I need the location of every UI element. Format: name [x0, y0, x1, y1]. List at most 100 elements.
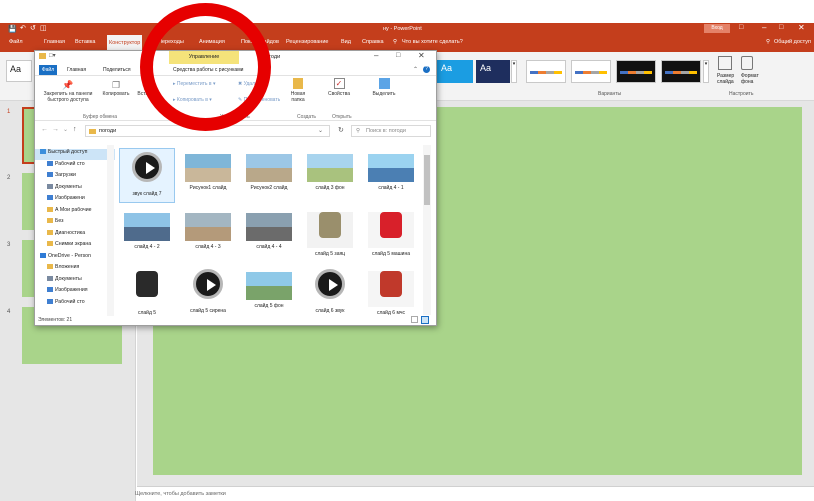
copy-button[interactable]: ❐ Копировать — [100, 80, 132, 97]
share-icon[interactable]: ⚲ — [766, 39, 770, 45]
slide-size-icon[interactable] — [718, 56, 732, 70]
variants-more-button[interactable]: ▾ — [703, 60, 709, 83]
theme-office[interactable]: Aa — [6, 60, 32, 82]
file-item[interactable]: Рисунок1 слайд — [180, 148, 236, 203]
explorer-tab-home[interactable]: Главная — [67, 67, 86, 73]
undo-icon[interactable]: ↶ — [20, 24, 26, 32]
file-item[interactable]: слайд 4 - 4 — [241, 207, 297, 262]
nav-item[interactable]: Рабочий сто — [35, 160, 115, 172]
notes-pane[interactable]: Щелкните, чтобы добавить заметки — [135, 486, 814, 501]
nav-item[interactable]: Изображени — [35, 195, 115, 206]
tab-view[interactable]: Вид — [341, 39, 351, 45]
close-icon[interactable]: ✕ — [798, 23, 805, 32]
sign-in-button[interactable]: Вход — [704, 24, 730, 33]
files-scrollbar[interactable] — [423, 145, 431, 315]
pin-quick-access-button[interactable]: 📌 Закрепить на панели быстрого доступа — [38, 80, 98, 103]
file-item[interactable]: слайд 5 — [119, 266, 175, 321]
variant-4[interactable] — [661, 60, 701, 83]
file-item[interactable]: слайд 5 сирена — [180, 266, 236, 321]
nav-item[interactable]: Документы — [35, 275, 115, 287]
maximize-icon[interactable]: □ — [779, 24, 783, 31]
file-name: слайд 5 — [137, 310, 157, 316]
image-thumbnail — [185, 154, 231, 182]
tell-me-box[interactable]: Что вы хотите сделать? — [402, 39, 463, 45]
ribbon-display-icon[interactable]: □ — [739, 24, 743, 31]
explorer-maximize-icon[interactable]: □ — [396, 52, 400, 59]
tell-me-icon[interactable]: ⚲ — [393, 39, 397, 45]
file-item[interactable]: слайд 5 заяц — [302, 207, 358, 262]
file-item[interactable]: слайд 4 - 2 — [119, 207, 175, 262]
properties-button[interactable]: ✓ Свойства — [325, 78, 353, 97]
nav-item-label: Рабочий сто — [55, 298, 85, 305]
nav-scrollbar[interactable] — [107, 145, 114, 316]
variant-1[interactable] — [526, 60, 566, 83]
theme-blue[interactable]: Aa — [437, 60, 473, 83]
up-icon[interactable]: ↑ — [73, 126, 77, 133]
ribbon-collapse-icon[interactable]: ⌃ — [413, 66, 418, 73]
explorer-tab-file[interactable]: Файл — [39, 65, 57, 75]
nav-item[interactable]: Вложения — [35, 264, 115, 275]
new-folder-label: Новая папка — [290, 91, 306, 103]
quick-access-toolbar-icon[interactable]: □▾ — [49, 52, 56, 59]
explorer-tab-share[interactable]: Поделиться — [103, 67, 131, 73]
nav-item[interactable]: Быстрый доступ — [35, 149, 115, 160]
new-folder-button[interactable]: Новая папка — [285, 78, 311, 103]
nav-item[interactable]: Изображения — [35, 287, 115, 298]
file-item[interactable]: слайд 5 машина — [363, 207, 419, 262]
file-name: слайд 5 сирена — [190, 308, 226, 314]
theme-dark[interactable]: Aa — [476, 60, 510, 83]
address-text: погоди — [99, 128, 117, 134]
file-item[interactable]: слайд 3 фон — [302, 148, 358, 203]
file-item[interactable]: звук слайд 7 — [119, 148, 175, 203]
image-figure — [380, 271, 402, 297]
file-item[interactable]: слайд 4 - 3 — [180, 207, 236, 262]
details-view-icon[interactable] — [411, 316, 418, 323]
tab-file[interactable]: Файл — [9, 39, 23, 45]
tab-insert[interactable]: Вставка — [75, 39, 95, 45]
back-icon[interactable]: ← — [41, 126, 48, 133]
file-item[interactable]: слайд 5 фон — [241, 266, 297, 321]
nav-item[interactable]: Документы — [35, 183, 115, 195]
nav-item[interactable]: А Мои рабочие — [35, 206, 115, 218]
slide-size-button[interactable]: Размер слайда — [717, 73, 741, 85]
variant-3[interactable] — [616, 60, 656, 83]
refresh-icon[interactable]: ↻ — [338, 126, 344, 134]
share-button[interactable]: Общий доступ — [774, 39, 811, 45]
nav-item[interactable]: Без — [35, 218, 115, 229]
recent-locations-icon[interactable]: ⌄ — [63, 126, 68, 133]
explorer-close-icon[interactable]: ✕ — [418, 51, 425, 60]
status-item-count: Элементов: 21 — [38, 317, 73, 323]
save-icon[interactable]: 💾 — [8, 25, 17, 33]
image-thumbnail — [368, 271, 414, 307]
forward-icon[interactable]: → — [52, 126, 59, 133]
nav-item[interactable]: OneDrive - Person — [35, 252, 115, 264]
large-icons-view-icon[interactable] — [421, 316, 429, 324]
image-thumbnail — [124, 271, 170, 307]
file-item[interactable]: слайд 6 звук — [302, 266, 358, 321]
minimize-icon[interactable]: – — [762, 23, 766, 32]
tab-help[interactable]: Справка — [362, 39, 384, 45]
format-background-button[interactable]: Формат фона — [741, 73, 763, 85]
file-item[interactable]: Рисунок2 слайд — [241, 148, 297, 203]
search-box[interactable]: ⚲ Поиск в: погоди — [351, 125, 431, 137]
nav-item[interactable]: Рабочий сто — [35, 298, 115, 310]
redo-icon[interactable]: ↺ — [30, 24, 36, 32]
themes-more-button[interactable]: ▾ — [511, 60, 517, 83]
file-item[interactable]: слайд 6 мчс — [363, 266, 419, 321]
files-scrollbar-thumb[interactable] — [424, 155, 430, 205]
nav-item[interactable]: Загрузки — [35, 172, 115, 183]
file-item[interactable]: слайд 4 - 1 — [363, 148, 419, 203]
address-dropdown-icon[interactable]: ⌄ — [318, 127, 323, 134]
play-icon — [315, 269, 345, 299]
presentation-icon[interactable]: ◫ — [40, 24, 47, 32]
tab-review[interactable]: Рецензирование — [286, 39, 328, 45]
navigation-pane: Быстрый доступ Рабочий сто Загрузки Докумен… — [35, 145, 115, 320]
variant-2[interactable] — [571, 60, 611, 83]
format-background-icon[interactable] — [741, 56, 753, 70]
tab-home[interactable]: Главная — [44, 39, 65, 45]
help-icon[interactable]: ? — [423, 66, 430, 73]
select-button[interactable]: Выделить — [370, 78, 398, 97]
nav-item[interactable]: Снимки экрана — [35, 241, 115, 252]
nav-item[interactable]: Диагностика — [35, 229, 115, 241]
explorer-minimize-icon[interactable]: – — [374, 51, 378, 60]
